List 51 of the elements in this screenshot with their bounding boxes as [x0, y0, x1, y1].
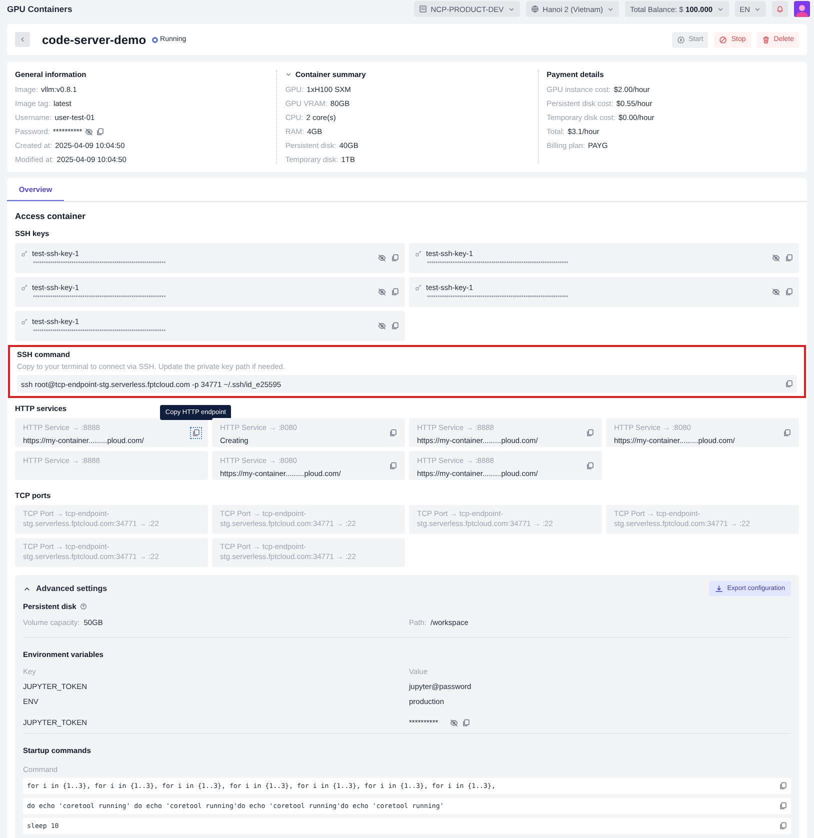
copy-icon[interactable] [779, 822, 787, 830]
copy-icon[interactable] [462, 718, 470, 726]
copy-icon[interactable] [391, 254, 399, 262]
copy-icon[interactable] [783, 428, 791, 436]
copy-icon[interactable] [586, 462, 594, 470]
chevron-down-icon [508, 6, 515, 12]
section-heading: Access container [15, 211, 86, 221]
chevron-left-icon [19, 36, 26, 43]
download-icon [715, 584, 724, 592]
copy-icon[interactable] [192, 428, 200, 436]
play-icon [676, 36, 685, 44]
copy-icon[interactable] [586, 428, 594, 436]
panel-title: Advanced settings [36, 584, 108, 593]
key-icon [415, 284, 422, 291]
stop-icon [719, 36, 728, 44]
copy-icon[interactable] [96, 128, 104, 136]
bell-icon [776, 5, 784, 13]
container-name: code-server-demo [42, 32, 146, 46]
key-icon [21, 250, 28, 257]
eye-off-icon[interactable] [772, 254, 780, 262]
copy-icon[interactable] [779, 782, 787, 790]
notification-button[interactable] [772, 1, 788, 17]
eye-off-icon[interactable] [772, 288, 780, 296]
chevron-down-icon [285, 71, 292, 78]
copy-icon[interactable] [389, 462, 397, 470]
copy-icon[interactable] [785, 254, 793, 262]
trash-icon [762, 36, 770, 44]
eye-off-icon[interactable] [378, 322, 386, 330]
copy-icon[interactable] [785, 288, 793, 296]
app-title: GPU Containers [7, 4, 74, 14]
eye-off-icon[interactable] [85, 128, 94, 136]
user-avatar[interactable] [794, 1, 810, 17]
chevron-up-icon[interactable] [23, 584, 31, 592]
globe-icon [530, 5, 539, 13]
copy-icon[interactable] [779, 802, 787, 810]
chevron-down-icon [754, 6, 761, 12]
key-icon [415, 250, 422, 257]
building-icon [418, 5, 427, 13]
eye-off-icon[interactable] [450, 718, 458, 726]
chevron-down-icon [606, 6, 614, 12]
status-icon [152, 36, 158, 42]
chevron-down-icon [716, 6, 724, 12]
key-icon [21, 318, 28, 325]
help-icon [80, 603, 88, 610]
copy-icon[interactable] [785, 380, 793, 388]
copy-icon[interactable] [391, 288, 399, 296]
eye-off-icon[interactable] [378, 288, 386, 296]
copy-icon[interactable] [389, 428, 397, 436]
key-icon [21, 284, 28, 291]
copy-icon[interactable] [391, 322, 399, 330]
eye-off-icon[interactable] [378, 254, 386, 262]
